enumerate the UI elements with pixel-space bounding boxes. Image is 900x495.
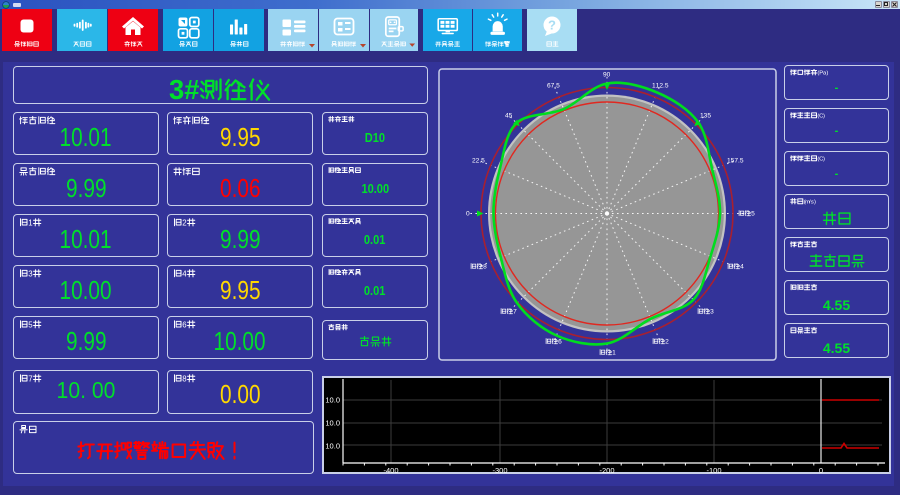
svg-text:-200: -200 (599, 466, 614, 474)
svg-text:3: 3 (710, 309, 714, 316)
svg-text:0: 0 (607, 72, 611, 79)
svg-text:5: 5 (707, 112, 711, 119)
svg-text:7: 7 (513, 309, 517, 316)
svg-text:5: 5 (509, 112, 513, 119)
svg-text:10.0: 10.0 (325, 442, 340, 451)
svg-text:5: 5 (740, 157, 744, 164)
svg-text:8: 8 (483, 264, 487, 271)
svg-text:): ) (826, 71, 828, 77)
svg-text:-300: -300 (492, 466, 507, 474)
svg-text:3: 3 (169, 78, 184, 105)
svg-text:5: 5 (481, 157, 485, 164)
svg-text:5: 5 (665, 82, 669, 89)
svg-text:4: 4 (740, 264, 744, 271)
svg-text:10.0: 10.0 (325, 396, 340, 405)
svg-text:5: 5 (557, 82, 561, 89)
svg-text:?: ? (548, 18, 556, 33)
svg-text:): ) (823, 114, 825, 120)
svg-text:): ) (823, 157, 825, 163)
svg-text:10.0: 10.0 (325, 419, 340, 428)
svg-text:0: 0 (819, 466, 823, 474)
svg-text:-100: -100 (706, 466, 721, 474)
svg-text:#: # (184, 78, 199, 105)
svg-text:5: 5 (751, 211, 755, 218)
svg-text:2: 2 (665, 339, 669, 346)
svg-text:-400: -400 (383, 466, 398, 474)
svg-text:): ) (814, 200, 816, 206)
svg-text:6: 6 (559, 339, 563, 346)
svg-text:0: 0 (466, 211, 470, 218)
svg-text:1: 1 (612, 350, 616, 357)
